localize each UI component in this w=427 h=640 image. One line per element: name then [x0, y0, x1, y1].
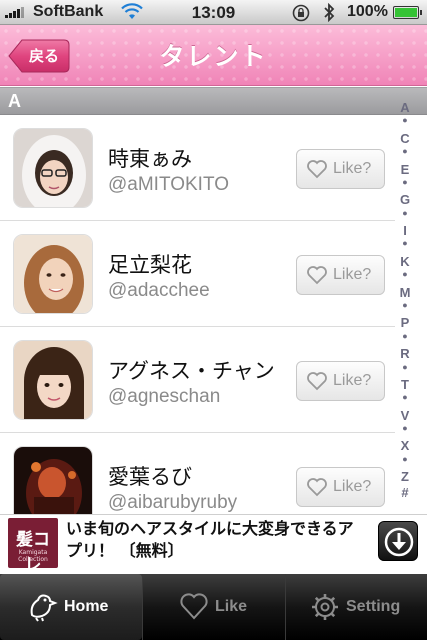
index-letter[interactable]: X [395, 438, 415, 453]
alphabet-index[interactable]: A ● C ● E ● G ● I ● K ● M ● P ● R ● T ● V ● X ● Z # [395, 100, 415, 500]
index-dot[interactable]: ● [395, 362, 415, 372]
index-letter[interactable]: T [395, 377, 415, 392]
index-dot[interactable]: ● [395, 331, 415, 341]
index-letter[interactable]: E [395, 162, 415, 177]
like-button-label: Like? [333, 266, 372, 283]
ad-app-logo: 髪コレ Kamigata Collection [8, 518, 58, 575]
tab-setting[interactable]: Setting [286, 574, 427, 640]
battery-percentage: 100% [347, 3, 388, 20]
heart-icon [180, 593, 208, 620]
navigation-bar: 戻る タレント [0, 25, 427, 86]
tab-bar: Home Like Setting [0, 574, 427, 640]
list-item[interactable]: アグネス・チャン @agneschan Like? [0, 327, 395, 433]
list-item[interactable]: 足立梨花 @adacchee Like? [0, 221, 395, 327]
tab-setting-label: Setting [346, 598, 401, 615]
like-button-label: Like? [333, 372, 372, 389]
index-letter[interactable]: K [395, 254, 415, 269]
tab-like-label: Like [215, 598, 248, 615]
like-button[interactable]: Like? [296, 255, 385, 295]
index-dot[interactable]: ● [395, 454, 415, 464]
talent-name: 足立梨花 [108, 253, 192, 277]
index-letter[interactable]: A [395, 100, 415, 115]
like-button-label: Like? [333, 478, 372, 495]
ad-logo-caption: Kamigata Collection [18, 549, 48, 563]
talent-name: アグネス・チャン [108, 359, 275, 383]
bluetooth-icon [324, 3, 335, 22]
talent-handle: @aibarubyruby [108, 492, 238, 513]
download-arrow-icon [384, 527, 414, 557]
like-button[interactable]: Like? [296, 361, 385, 401]
index-dot[interactable]: ● [395, 423, 415, 433]
index-letter[interactable]: V [395, 408, 415, 423]
like-button[interactable]: Like? [296, 149, 385, 189]
index-dot[interactable]: ● [395, 392, 415, 402]
rotation-lock-icon [292, 4, 310, 22]
index-dot[interactable]: ● [395, 115, 415, 125]
ad-text: いま旬のヘアスタイルに大変身できるアプリ！ 〔無料〕 [66, 519, 354, 560]
talent-handle: @aMITOKITO [108, 174, 229, 195]
index-dot[interactable]: ● [395, 146, 415, 156]
tab-home-label: Home [64, 598, 109, 615]
index-letter[interactable]: R [395, 346, 415, 361]
status-bar: SoftBank 13:09 100% [0, 0, 427, 25]
heart-outline-icon [307, 478, 327, 497]
section-header: A [0, 87, 427, 115]
index-letter[interactable]: M [395, 285, 415, 300]
index-letter[interactable]: P [395, 315, 415, 330]
tab-home[interactable]: Home [0, 574, 142, 640]
talent-handle: @adacchee [108, 280, 210, 301]
page-title: タレント [159, 42, 268, 71]
index-dot[interactable]: ● [395, 300, 415, 310]
index-letter[interactable]: Z [395, 469, 415, 484]
like-button[interactable]: Like? [296, 467, 385, 507]
index-dot[interactable]: ● [395, 177, 415, 187]
download-button[interactable] [378, 521, 418, 561]
talent-name: 愛葉るび [108, 465, 192, 489]
like-button-label: Like? [333, 160, 372, 177]
index-dot[interactable]: ● [395, 269, 415, 279]
avatar [13, 128, 93, 208]
talent-handle: @agneschan [108, 386, 221, 407]
avatar [13, 446, 93, 514]
heart-outline-icon [307, 266, 327, 285]
bird-icon [30, 594, 58, 622]
index-dot[interactable]: ● [395, 238, 415, 248]
list-item[interactable]: 時東ぁみ @aMITOKITO Like? [0, 115, 395, 221]
list-item[interactable]: 愛葉るび @aibarubyruby Like? [0, 433, 395, 514]
heart-outline-icon [307, 160, 327, 179]
index-letter[interactable]: G [395, 192, 415, 207]
talent-name: 時東ぁみ [108, 147, 192, 171]
index-letter[interactable]: I [395, 223, 415, 238]
heart-outline-icon [307, 372, 327, 391]
avatar [13, 234, 93, 314]
index-dot[interactable]: ● [395, 208, 415, 218]
tab-like[interactable]: Like [143, 574, 285, 640]
ad-banner[interactable]: 髪コレ Kamigata Collection いま旬のヘアスタイルに大変身でき… [0, 514, 427, 575]
index-letter[interactable]: # [395, 485, 415, 500]
index-letter[interactable]: C [395, 131, 415, 146]
avatar [13, 340, 93, 420]
gear-icon [312, 594, 338, 620]
battery-icon [393, 6, 422, 19]
talent-list[interactable]: 時東ぁみ @aMITOKITO Like? 足立梨花 @adacchee Lik… [0, 115, 395, 514]
